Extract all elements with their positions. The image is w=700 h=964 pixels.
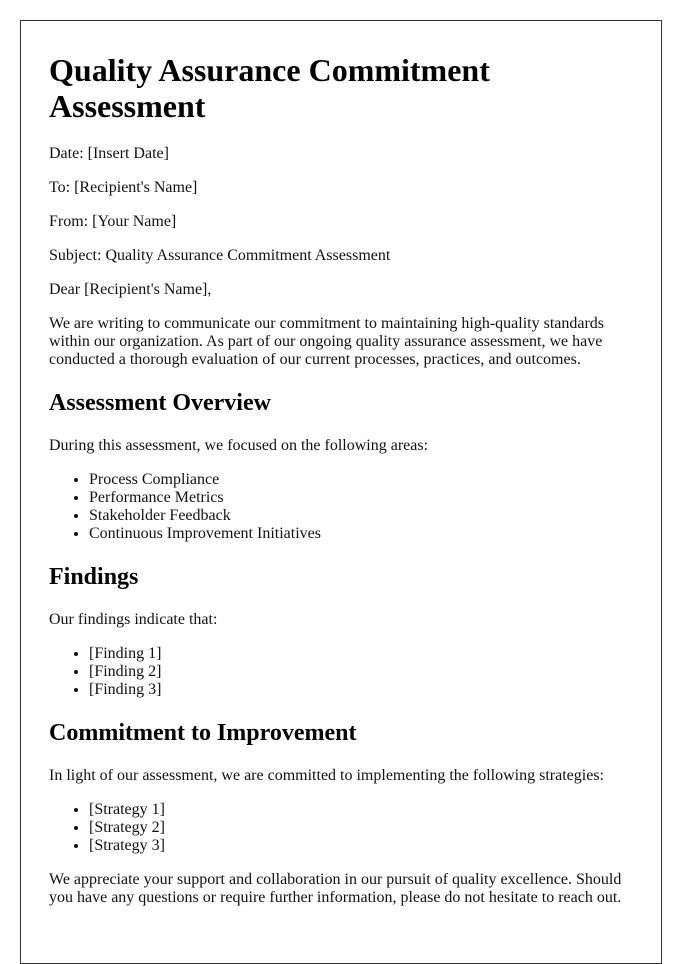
section-commitment-to-improvement: Commitment to Improvement In light of ou… (49, 719, 633, 855)
section-heading: Commitment to Improvement (49, 720, 357, 746)
list-item: Process Compliance (89, 471, 633, 489)
document-title: Quality Assurance Commitment Assessment (49, 52, 490, 124)
list-item: Continuous Improvement Initiatives (89, 525, 633, 543)
section-findings: Findings Our findings indicate that: [Fi… (49, 563, 633, 699)
list-item: [Strategy 1] (89, 801, 633, 819)
letter-document: Quality Assurance Commitment Assessment … (20, 20, 662, 964)
focus-areas-list: Process Compliance Performance Metrics S… (49, 471, 633, 543)
list-item: Stakeholder Feedback (89, 507, 633, 525)
section-lead: In light of our assessment, we are commi… (49, 767, 604, 784)
intro-paragraph: We are writing to communicate our commit… (49, 315, 605, 368)
section-lead: During this assessment, we focused on th… (49, 437, 429, 454)
strategies-list: [Strategy 1] [Strategy 2] [Strategy 3] (49, 801, 633, 855)
section-assessment-overview: Assessment Overview During this assessme… (49, 389, 633, 543)
from-line: From: [Your Name] (49, 213, 177, 230)
section-heading: Assessment Overview (49, 390, 271, 416)
subject-line: Subject: Quality Assurance Commitment As… (49, 247, 391, 264)
date-line: Date: [Insert Date] (49, 145, 169, 162)
list-item: [Finding 1] (89, 645, 633, 663)
closing-paragraph: We appreciate your support and collabora… (49, 871, 622, 906)
list-item: [Finding 3] (89, 681, 633, 699)
section-lead: Our findings indicate that: (49, 611, 218, 628)
list-item: Performance Metrics (89, 489, 633, 507)
section-heading: Findings (49, 564, 139, 590)
to-line: To: [Recipient's Name] (49, 179, 198, 196)
salutation: Dear [Recipient's Name], (49, 281, 212, 298)
findings-list: [Finding 1] [Finding 2] [Finding 3] (49, 645, 633, 699)
list-item: [Finding 2] (89, 663, 633, 681)
list-item: [Strategy 3] (89, 837, 633, 855)
list-item: [Strategy 2] (89, 819, 633, 837)
